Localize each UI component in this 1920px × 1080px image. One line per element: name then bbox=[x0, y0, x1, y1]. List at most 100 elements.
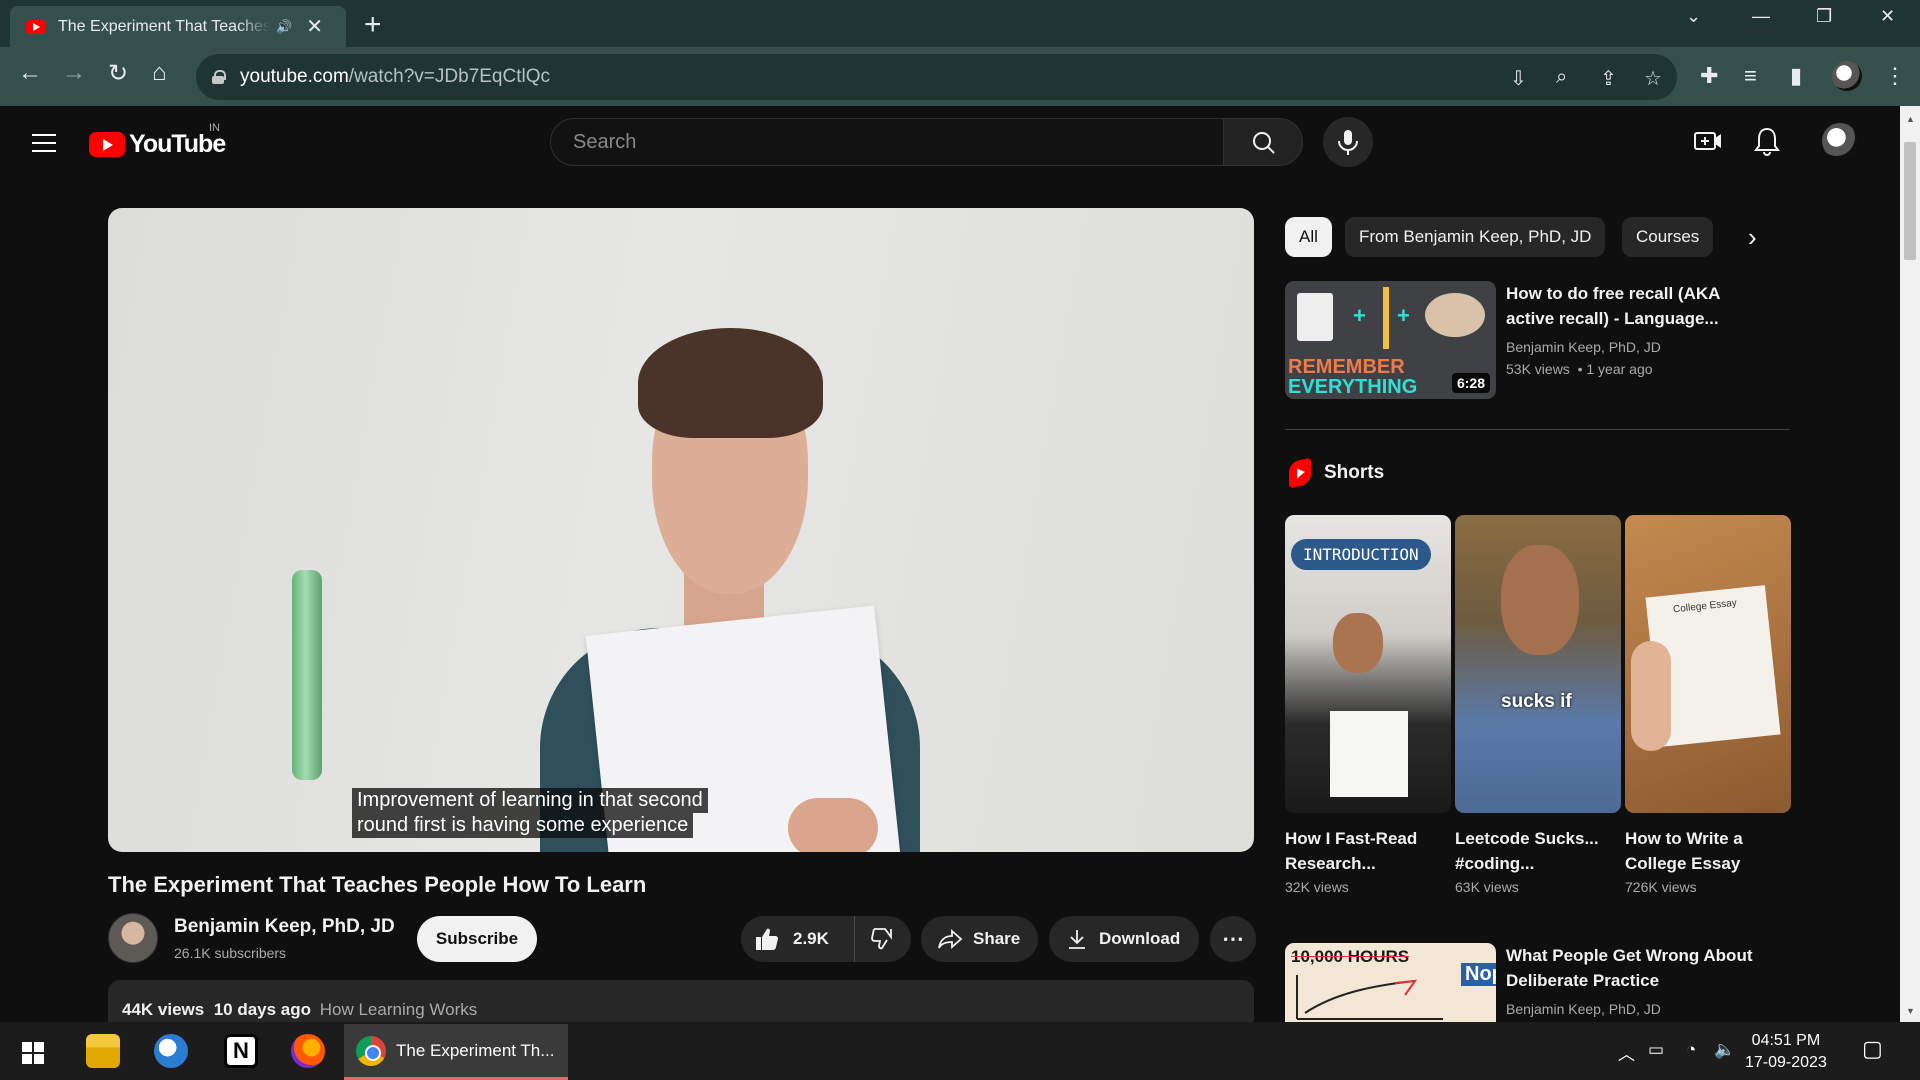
chip-all[interactable]: All bbox=[1285, 217, 1332, 257]
notion-icon[interactable]: N bbox=[224, 1034, 258, 1068]
url-path: /watch?v=JDb7EqCtlQc bbox=[348, 66, 550, 87]
brain-icon bbox=[1425, 293, 1485, 337]
zoom-icon[interactable]: ⌕ bbox=[1556, 66, 1567, 89]
more-actions-button[interactable]: ⋯ bbox=[1210, 916, 1256, 962]
restore-button[interactable]: ❐ bbox=[1816, 6, 1832, 27]
search-box[interactable] bbox=[550, 118, 1224, 166]
short-overlay-text: INTRODUCTION bbox=[1291, 539, 1431, 570]
shorts-heading: Shorts bbox=[1324, 462, 1385, 483]
page-scrollbar[interactable]: ▲ ▼ bbox=[1900, 106, 1920, 1022]
firefox-icon[interactable] bbox=[291, 1034, 325, 1068]
short-thumbnail[interactable]: College Essay bbox=[1625, 515, 1791, 813]
thumb-text: Nope. bbox=[1461, 963, 1496, 986]
search-input[interactable] bbox=[573, 130, 1173, 154]
address-bar[interactable]: youtube.com/watch?v=JDb7EqCtlQc ⇩ ⌕ ⇪ ☆ bbox=[196, 54, 1677, 100]
search-button[interactable] bbox=[1223, 118, 1303, 166]
tray-overflow-icon[interactable]: ︿ bbox=[1618, 1040, 1635, 1065]
windows-start-icon[interactable] bbox=[22, 1042, 44, 1064]
channel-name[interactable]: Benjamin Keep, PhD, JD bbox=[174, 916, 395, 938]
account-avatar[interactable] bbox=[1822, 123, 1858, 159]
subscribe-button[interactable]: Subscribe bbox=[417, 916, 537, 962]
install-app-icon[interactable]: ⇩ bbox=[1510, 66, 1527, 91]
notification-center-icon[interactable]: ▢ bbox=[1862, 1036, 1883, 1062]
chrome-icon bbox=[356, 1035, 386, 1066]
bookmark-star-icon[interactable]: ☆ bbox=[1644, 66, 1662, 91]
short-title[interactable]: How I Fast-Read Research... bbox=[1285, 826, 1417, 876]
paper-image bbox=[1330, 711, 1408, 797]
chevron-right-icon[interactable]: › bbox=[1748, 222, 1757, 253]
short-thumbnail[interactable]: sucks if bbox=[1455, 515, 1621, 813]
youtube-header: YouTube IN bbox=[0, 106, 1900, 178]
search-icon bbox=[1253, 132, 1275, 154]
scroll-down-icon[interactable]: ▼ bbox=[1906, 1006, 1915, 1016]
volume-icon[interactable]: 🔈 bbox=[1714, 1040, 1735, 1060]
chip-from-channel[interactable]: From Benjamin Keep, PhD, JD bbox=[1345, 217, 1606, 257]
close-window-button[interactable]: ✕ bbox=[1880, 6, 1895, 27]
title-line: Research... bbox=[1285, 854, 1376, 873]
new-tab-button[interactable]: + bbox=[364, 8, 382, 42]
paper-icon bbox=[1297, 293, 1333, 341]
shorts-logo-icon bbox=[1289, 457, 1311, 489]
download-icon bbox=[1069, 930, 1085, 949]
recommendation-title[interactable]: How to do free recall (AKA active recall… bbox=[1506, 281, 1720, 331]
recommendation-channel[interactable]: Benjamin Keep, PhD, JD bbox=[1506, 336, 1661, 358]
scrollbar-thumb[interactable] bbox=[1904, 142, 1916, 260]
voice-search-button[interactable] bbox=[1323, 117, 1373, 167]
menu-hamburger-icon[interactable] bbox=[32, 134, 56, 152]
home-icon[interactable]: ⌂ bbox=[152, 59, 167, 87]
create-video-icon[interactable] bbox=[1694, 128, 1722, 159]
wifi-icon[interactable]: ◔ bbox=[1686, 1040, 1696, 1060]
video-player[interactable]: Improvement of learning in that second r… bbox=[108, 208, 1254, 852]
chip-courses[interactable]: Courses bbox=[1622, 217, 1714, 257]
url-host: youtube.com bbox=[240, 66, 349, 87]
reload-icon[interactable]: ↻ bbox=[108, 59, 128, 88]
browser-tab[interactable]: The Experiment That Teaches People How T… bbox=[10, 6, 346, 47]
chrome-menu-icon[interactable]: ⋮ bbox=[1884, 63, 1906, 89]
battery-icon[interactable]: ▭ bbox=[1648, 1040, 1664, 1060]
recommendation-title[interactable]: What People Get Wrong About Deliberate P… bbox=[1506, 943, 1752, 993]
channel-avatar[interactable] bbox=[108, 913, 158, 963]
lock-icon[interactable] bbox=[212, 70, 226, 84]
side-panel-icon[interactable]: ▮ bbox=[1790, 63, 1802, 89]
youtube-favicon-icon bbox=[26, 19, 46, 34]
system-clock[interactable]: 04:51 PM 17-09-2023 bbox=[1745, 1030, 1827, 1074]
back-arrow-icon[interactable]: ← bbox=[18, 59, 42, 87]
thumb-text: EVERYTHING bbox=[1288, 376, 1418, 398]
speaker-icon[interactable]: 🔊 bbox=[276, 19, 292, 35]
forward-arrow-icon[interactable]: → bbox=[62, 59, 86, 87]
notifications-bell-icon[interactable] bbox=[1754, 126, 1780, 161]
short-title[interactable]: Leetcode Sucks... #coding... bbox=[1455, 826, 1599, 876]
video-tag[interactable]: How Learning Works bbox=[320, 1000, 477, 1019]
extensions-puzzle-icon[interactable]: ✚ bbox=[1700, 63, 1718, 89]
recommendation-thumbnail[interactable]: 10,000 HOURS Nope. bbox=[1285, 943, 1496, 1022]
like-button[interactable]: 2.9K bbox=[741, 916, 855, 962]
short-title[interactable]: How to Write a College Essay bbox=[1625, 826, 1743, 876]
short-thumbnail[interactable]: INTRODUCTION bbox=[1285, 515, 1451, 813]
recommendation-channel[interactable]: Benjamin Keep, PhD, JD bbox=[1506, 998, 1661, 1020]
recommendation-thumbnail[interactable]: + + REMEMBER EVERYTHING 6:28 bbox=[1285, 281, 1496, 399]
download-button[interactable]: Download bbox=[1049, 916, 1199, 962]
download-label: Download bbox=[1099, 929, 1181, 948]
thumbs-up-icon bbox=[756, 928, 778, 950]
tab-search-icon[interactable]: ⌄ bbox=[1686, 6, 1701, 27]
taskbar-chrome-window[interactable]: The Experiment Th... bbox=[344, 1024, 568, 1080]
close-tab-icon[interactable]: ✕ bbox=[306, 17, 323, 37]
title-line: Deliberate Practice bbox=[1506, 971, 1660, 990]
scroll-up-icon[interactable]: ▲ bbox=[1906, 114, 1915, 124]
share-page-icon[interactable]: ⇪ bbox=[1600, 66, 1617, 91]
logo-text: YouTube bbox=[129, 130, 226, 158]
title-line: College Essay bbox=[1625, 854, 1741, 873]
file-explorer-icon[interactable] bbox=[86, 1034, 120, 1068]
minimize-button[interactable]: — bbox=[1752, 6, 1770, 27]
media-control-icon[interactable]: ≡ bbox=[1744, 63, 1757, 89]
share-label: Share bbox=[973, 929, 1021, 948]
subscriber-count: 26.1K subscribers bbox=[174, 945, 287, 961]
title-line: How I Fast-Read bbox=[1285, 829, 1418, 848]
youtube-logo[interactable]: YouTube IN bbox=[89, 122, 226, 159]
dislike-button[interactable] bbox=[855, 916, 911, 962]
chat-app-icon[interactable] bbox=[154, 1034, 188, 1068]
thumb-text: REMEMBER bbox=[1288, 356, 1405, 378]
country-code: IN bbox=[209, 122, 220, 134]
share-button[interactable]: Share bbox=[921, 916, 1038, 962]
browser-profile-avatar[interactable] bbox=[1832, 61, 1862, 91]
